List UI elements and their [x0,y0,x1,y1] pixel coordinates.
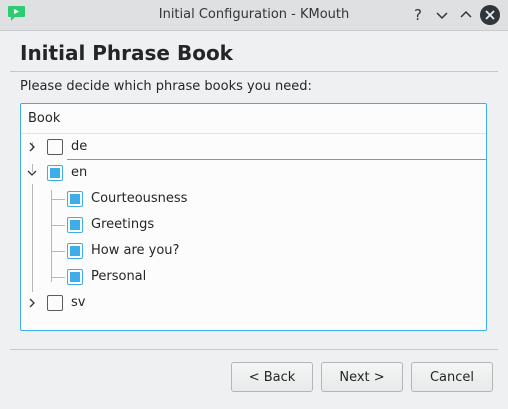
page-title: Initial Phrase Book [20,41,233,65]
close-button[interactable] [480,5,500,25]
checkbox-how-are-you[interactable] [67,243,83,259]
chevron-up-icon [460,10,472,18]
tree-item-label: en [71,165,88,180]
tree-item-label: Greetings [91,217,155,232]
chevron-right-icon[interactable] [27,298,37,308]
footer-divider [10,349,498,350]
cancel-button[interactable]: Cancel [411,362,493,392]
checkbox-de[interactable] [47,139,63,155]
back-button[interactable]: < Back [231,362,313,392]
maximize-button[interactable] [456,5,476,25]
tree-item-label: Courteousness [91,191,188,206]
close-icon [485,10,495,20]
tree-item-personal[interactable]: Personal [21,264,486,290]
tree-item-label: sv [71,295,86,310]
chevron-right-icon[interactable] [27,142,37,152]
tree-item-greetings[interactable]: Greetings [21,212,486,238]
header-divider [10,71,498,72]
tree-item-label: Personal [91,269,147,284]
checkbox-greetings[interactable] [67,217,83,233]
tree-item-label: de [71,139,88,154]
checkbox-sv[interactable] [47,295,63,311]
tree-item-sv[interactable]: sv [21,290,486,316]
help-button[interactable]: ? [408,5,428,25]
checkbox-en[interactable] [47,165,63,181]
tree-item-courteousness[interactable]: Courteousness [21,186,486,212]
tree-column-header[interactable]: Book [21,104,486,134]
phrase-book-tree[interactable]: Book de en Courteousness Greetings How a… [20,103,487,331]
checkbox-personal[interactable] [67,269,83,285]
chevron-down-icon[interactable] [27,168,37,178]
tree-item-label: How are you? [91,243,180,258]
checkbox-courteousness[interactable] [67,191,83,207]
page-subtitle: Please decide which phrase books you nee… [20,79,312,94]
tree-item-de[interactable]: de [21,134,486,160]
dialog-content: Initial Phrase Book Please decide which … [0,31,508,409]
next-button[interactable]: Next > [321,362,403,392]
minimize-button[interactable] [432,5,452,25]
chevron-down-icon [436,12,448,20]
question-icon: ? [414,6,422,24]
tree-item-how-are-you[interactable]: How are you? [21,238,486,264]
tree-item-en[interactable]: en [21,160,486,186]
title-bar[interactable]: Initial Configuration - KMouth ? [0,0,508,31]
